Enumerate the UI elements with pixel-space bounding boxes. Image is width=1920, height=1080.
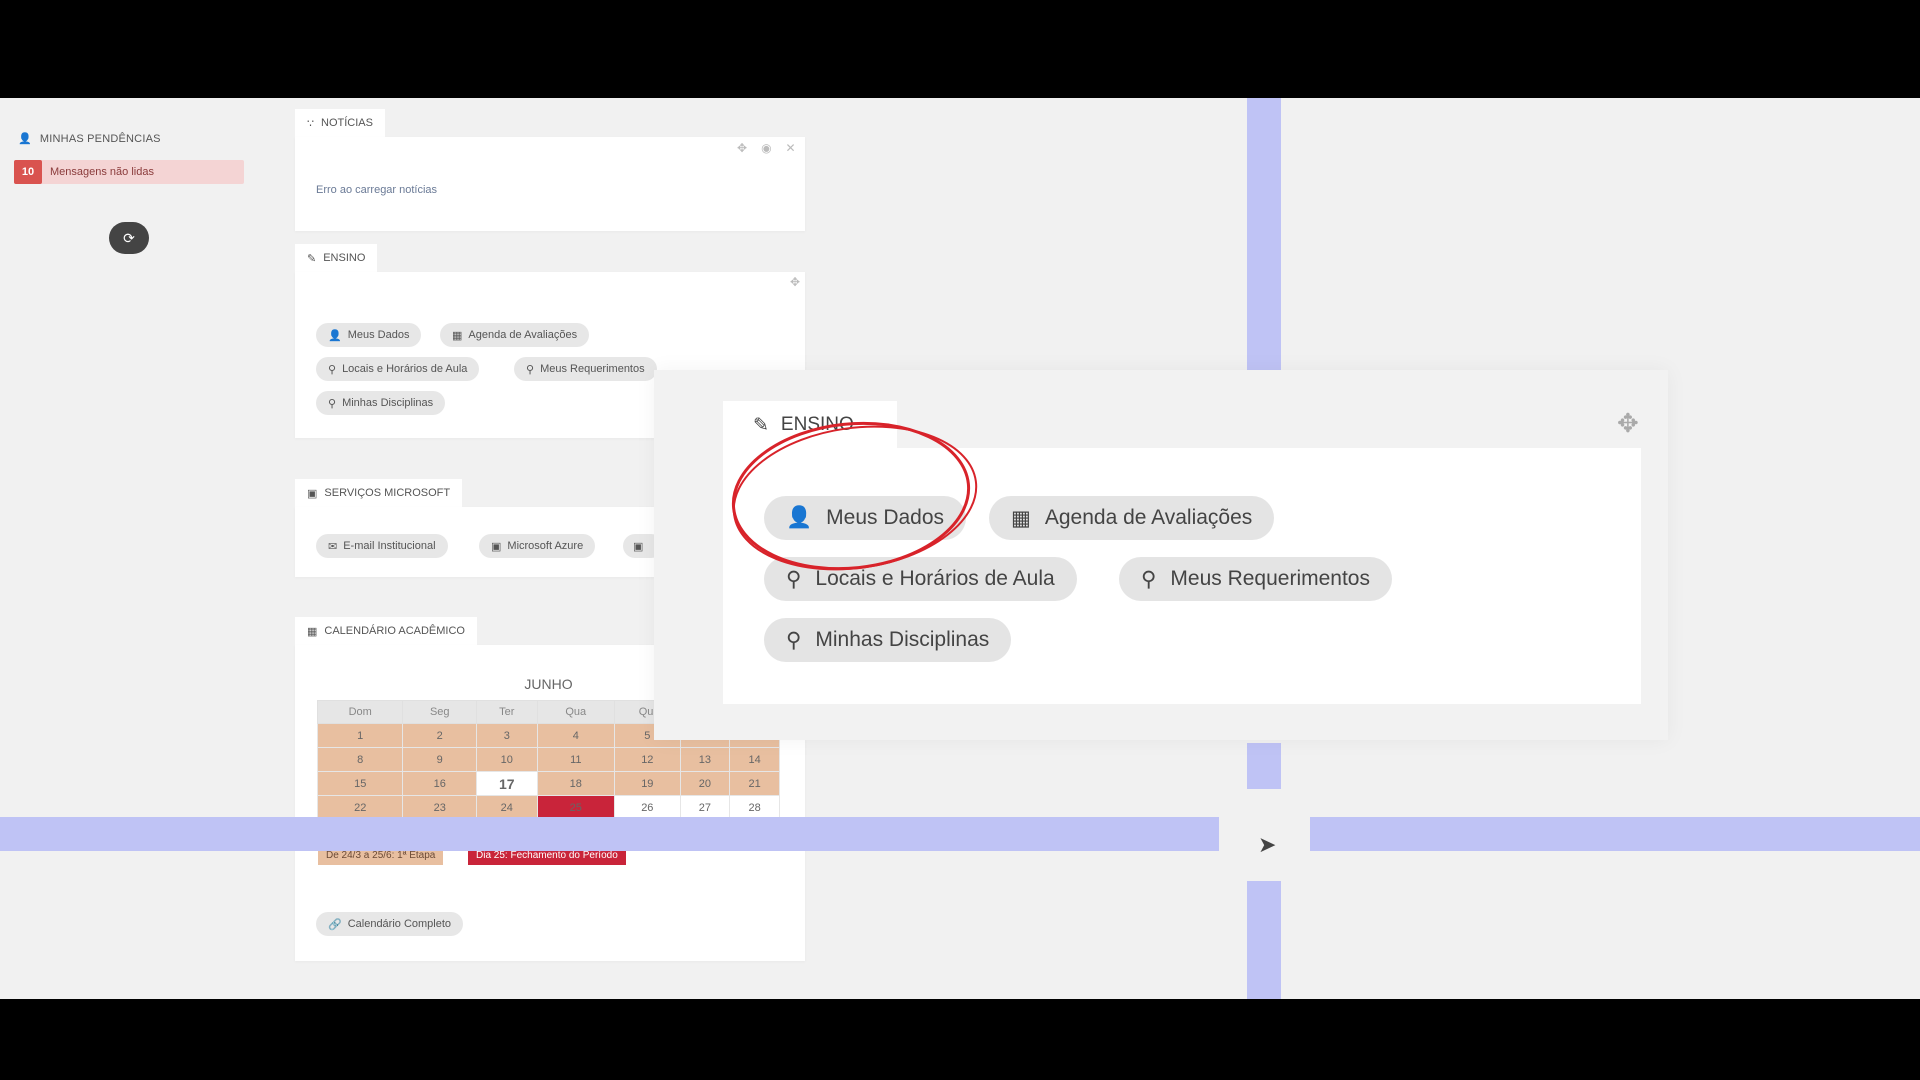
mouse-cursor: ➤ (1258, 832, 1277, 857)
annotation-circle (731, 421, 978, 571)
app-screen: 👤 MINHAS PENDÊNCIAS 10 Mensagens não lid… (0, 98, 1920, 999)
